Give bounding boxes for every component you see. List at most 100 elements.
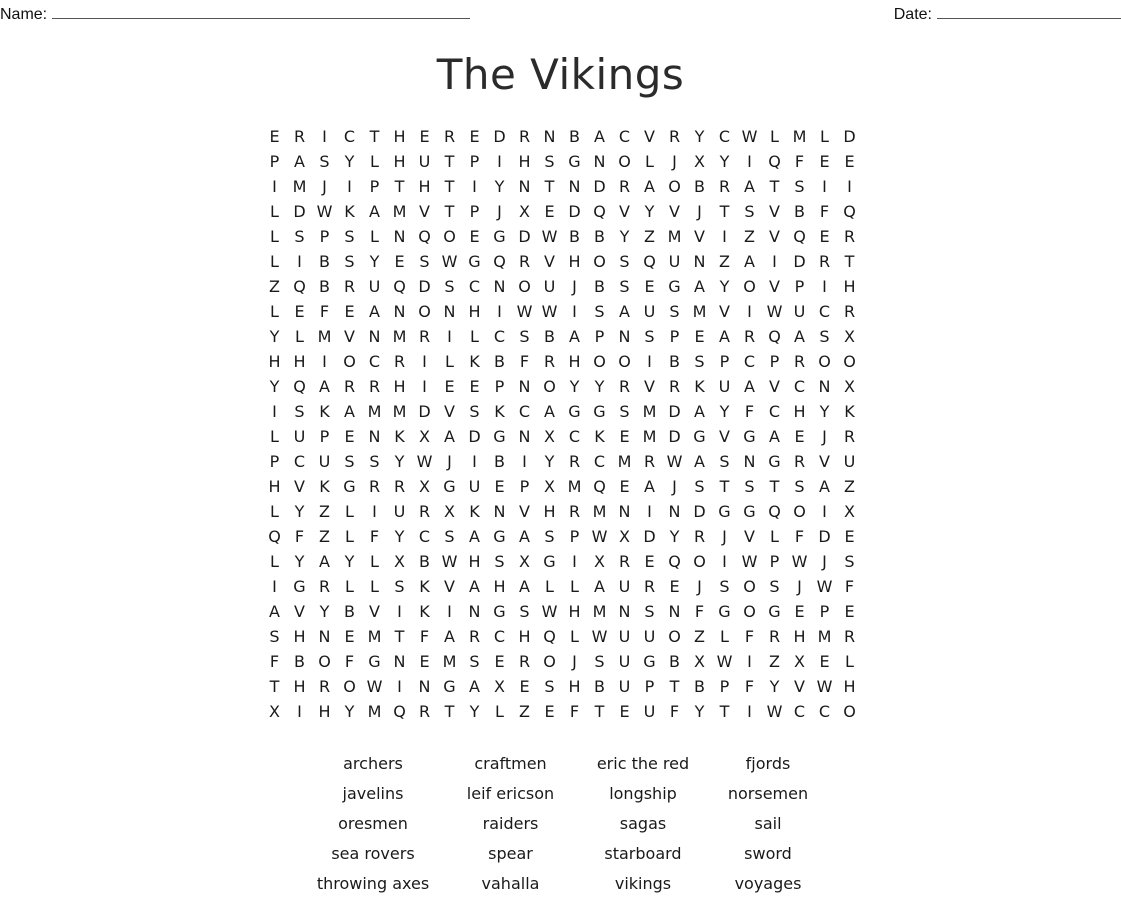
grid-cell[interactable]: S	[512, 602, 537, 627]
grid-cell[interactable]: E	[812, 152, 837, 177]
grid-cell[interactable]: L	[262, 427, 287, 452]
grid-cell[interactable]: P	[787, 277, 812, 302]
grid-cell[interactable]: H	[837, 277, 862, 302]
grid-cell[interactable]: N	[737, 452, 762, 477]
grid-cell[interactable]: I	[362, 502, 387, 527]
grid-cell[interactable]: D	[637, 527, 662, 552]
grid-cell[interactable]: P	[312, 227, 337, 252]
name-blank-line[interactable]	[52, 4, 471, 19]
grid-cell[interactable]: K	[312, 477, 337, 502]
grid-cell[interactable]: A	[512, 577, 537, 602]
grid-cell[interactable]: S	[487, 552, 512, 577]
grid-cell[interactable]: O	[737, 277, 762, 302]
grid-cell[interactable]: A	[312, 377, 337, 402]
grid-cell[interactable]: L	[462, 327, 487, 352]
grid-cell[interactable]: Z	[687, 627, 712, 652]
grid-cell[interactable]: W	[312, 202, 337, 227]
grid-cell[interactable]: F	[512, 352, 537, 377]
grid-cell[interactable]: L	[562, 627, 587, 652]
grid-cell[interactable]: G	[487, 602, 512, 627]
grid-cell[interactable]: S	[537, 527, 562, 552]
grid-cell[interactable]: E	[837, 152, 862, 177]
grid-cell[interactable]: O	[537, 652, 562, 677]
grid-cell[interactable]: D	[687, 502, 712, 527]
grid-cell[interactable]: H	[412, 177, 437, 202]
grid-cell[interactable]: G	[712, 502, 737, 527]
grid-cell[interactable]: A	[737, 177, 762, 202]
grid-cell[interactable]: M	[387, 402, 412, 427]
grid-cell[interactable]: S	[462, 402, 487, 427]
grid-cell[interactable]: E	[787, 602, 812, 627]
grid-cell[interactable]: M	[587, 502, 612, 527]
grid-cell[interactable]: C	[787, 377, 812, 402]
grid-cell[interactable]: L	[262, 227, 287, 252]
grid-cell[interactable]: Y	[662, 527, 687, 552]
grid-cell[interactable]: V	[737, 527, 762, 552]
grid-cell[interactable]: R	[362, 477, 387, 502]
grid-cell[interactable]: I	[812, 177, 837, 202]
grid-cell[interactable]: S	[337, 227, 362, 252]
grid-cell[interactable]: B	[537, 327, 562, 352]
grid-cell[interactable]: K	[412, 602, 437, 627]
grid-cell[interactable]: G	[337, 477, 362, 502]
grid-cell[interactable]: O	[612, 352, 637, 377]
grid-cell[interactable]: G	[362, 652, 387, 677]
grid-cell[interactable]: H	[262, 477, 287, 502]
grid-cell[interactable]: R	[512, 252, 537, 277]
grid-cell[interactable]: H	[562, 602, 587, 627]
grid-cell[interactable]: C	[812, 702, 837, 727]
grid-cell[interactable]: R	[412, 502, 437, 527]
grid-cell[interactable]: I	[312, 127, 337, 152]
grid-cell[interactable]: E	[837, 527, 862, 552]
grid-cell[interactable]: L	[262, 552, 287, 577]
grid-cell[interactable]: H	[787, 402, 812, 427]
grid-cell[interactable]: U	[287, 427, 312, 452]
grid-cell[interactable]: E	[812, 227, 837, 252]
grid-cell[interactable]: G	[587, 402, 612, 427]
grid-cell[interactable]: S	[387, 577, 412, 602]
grid-cell[interactable]: I	[812, 277, 837, 302]
grid-cell[interactable]: Y	[487, 177, 512, 202]
grid-cell[interactable]: E	[637, 552, 662, 577]
grid-cell[interactable]: B	[687, 177, 712, 202]
grid-cell[interactable]: H	[287, 677, 312, 702]
grid-cell[interactable]: C	[612, 127, 637, 152]
grid-cell[interactable]: N	[612, 602, 637, 627]
grid-cell[interactable]: T	[762, 177, 787, 202]
grid-cell[interactable]: Y	[312, 602, 337, 627]
grid-cell[interactable]: G	[462, 252, 487, 277]
grid-cell[interactable]: A	[462, 577, 487, 602]
grid-cell[interactable]: J	[437, 452, 462, 477]
grid-cell[interactable]: W	[662, 452, 687, 477]
grid-cell[interactable]: P	[562, 527, 587, 552]
grid-cell[interactable]: C	[587, 452, 612, 477]
grid-cell[interactable]: P	[762, 352, 787, 377]
grid-cell[interactable]: B	[587, 277, 612, 302]
grid-cell[interactable]: L	[362, 152, 387, 177]
grid-cell[interactable]: R	[837, 427, 862, 452]
grid-cell[interactable]: B	[312, 277, 337, 302]
grid-cell[interactable]: S	[637, 327, 662, 352]
grid-cell[interactable]: I	[562, 302, 587, 327]
grid-cell[interactable]: Z	[637, 227, 662, 252]
grid-cell[interactable]: S	[537, 152, 562, 177]
grid-cell[interactable]: N	[312, 627, 337, 652]
grid-cell[interactable]: E	[512, 677, 537, 702]
grid-cell[interactable]: M	[437, 652, 462, 677]
grid-cell[interactable]: W	[512, 302, 537, 327]
grid-cell[interactable]: L	[337, 502, 362, 527]
grid-cell[interactable]: M	[662, 227, 687, 252]
grid-cell[interactable]: S	[787, 177, 812, 202]
grid-cell[interactable]: I	[812, 502, 837, 527]
grid-cell[interactable]: K	[312, 402, 337, 427]
grid-cell[interactable]: H	[287, 627, 312, 652]
grid-cell[interactable]: V	[637, 377, 662, 402]
grid-cell[interactable]: Q	[287, 277, 312, 302]
grid-cell[interactable]: N	[512, 377, 537, 402]
grid-cell[interactable]: J	[787, 577, 812, 602]
grid-cell[interactable]: K	[587, 427, 612, 452]
grid-cell[interactable]: Y	[687, 702, 712, 727]
grid-cell[interactable]: C	[362, 352, 387, 377]
grid-cell[interactable]: R	[612, 177, 637, 202]
grid-cell[interactable]: F	[787, 527, 812, 552]
